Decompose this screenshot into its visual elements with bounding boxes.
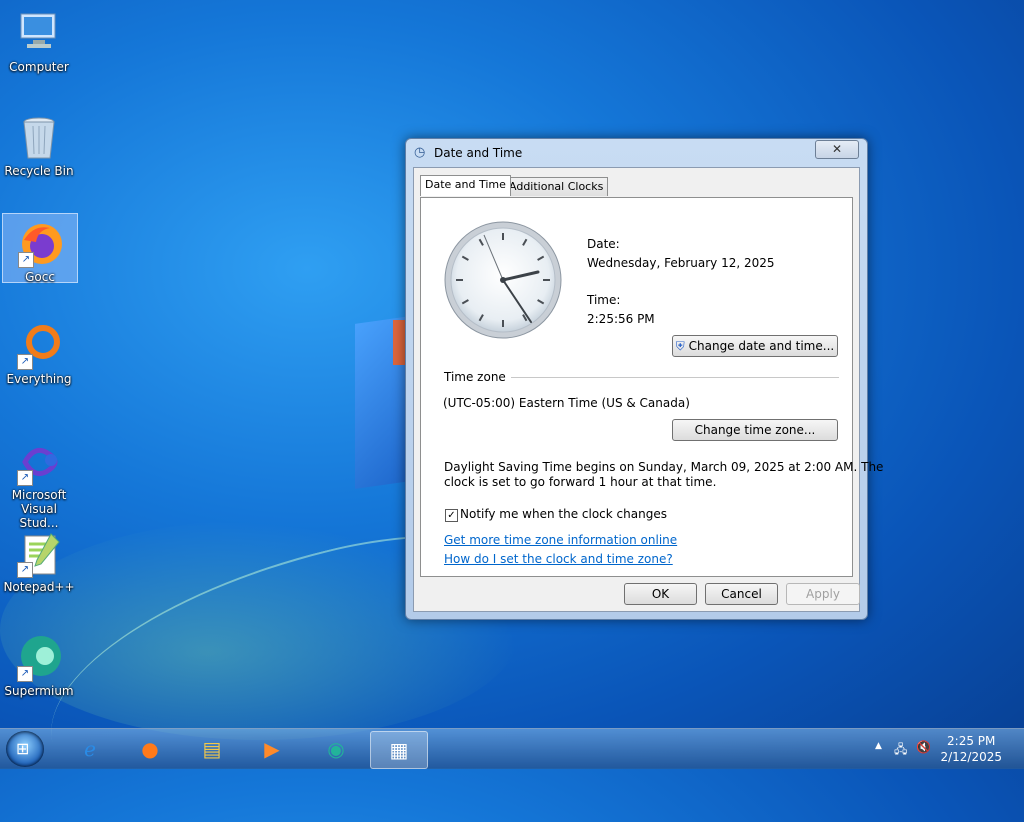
desktop-icon-computer[interactable]: Computer xyxy=(2,4,76,76)
time-label: Time: xyxy=(587,293,621,307)
checkmark-icon: ✓ xyxy=(447,510,456,521)
start-button[interactable]: ⊞ xyxy=(6,731,44,767)
shortcut-arrow-icon: ↗ xyxy=(18,252,34,268)
media-player-icon: ▶ xyxy=(264,737,280,761)
folder-icon: ▤ xyxy=(202,737,222,761)
show-hidden-icons-button[interactable]: ▲ xyxy=(875,741,882,751)
network-icon[interactable]: 🖧 xyxy=(894,740,907,761)
visual-studio-icon: ↗ xyxy=(15,438,63,486)
title-bar[interactable]: ◷ Date and Time ✕ xyxy=(406,139,867,167)
recycle-bin-icon xyxy=(15,114,63,162)
firefox-icon: ● xyxy=(141,737,159,761)
dialog-client-area: Date and Time Additional Clocks Date: We… xyxy=(413,167,883,612)
computer-icon xyxy=(15,10,63,58)
tab-date-and-time[interactable]: Date and Time xyxy=(420,175,511,196)
cancel-button[interactable]: Cancel xyxy=(705,583,778,605)
desktop-icon-supermium[interactable]: ↗ Supermium xyxy=(2,628,76,700)
apply-button[interactable]: Apply xyxy=(786,583,860,605)
shortcut-arrow-icon: ↗ xyxy=(17,470,33,486)
change-time-zone-button[interactable]: Change time zone... xyxy=(672,419,838,441)
tray-time: 2:25 PM xyxy=(947,734,996,748)
desktop-icon-recycle-bin[interactable]: Recycle Bin xyxy=(2,108,76,180)
tab-additional-clocks[interactable]: Additional Clocks xyxy=(504,177,609,196)
supermium-icon: ◉ xyxy=(327,737,345,761)
date-label: Date: xyxy=(587,237,620,251)
desktop-icon-gocc[interactable]: ↗ Gocc xyxy=(2,213,78,284)
date-time-icon: ◷ xyxy=(414,145,426,160)
desktop-icon-label: Computer xyxy=(9,60,69,74)
change-date-and-time-button[interactable]: ⛨ Change date and time... xyxy=(672,335,838,357)
taskbar-internet-explorer[interactable]: ℯ xyxy=(62,731,118,767)
windows-logo-icon: ⊞ xyxy=(16,739,30,758)
notepad-plus-plus-icon: ↗ xyxy=(15,530,63,578)
analog-clock xyxy=(444,221,562,339)
time-value: 2:25:56 PM xyxy=(587,312,655,326)
notify-checkbox[interactable]: ✓ xyxy=(445,509,458,522)
close-icon: ✕ xyxy=(831,142,843,156)
how-to-set-clock-link[interactable]: How do I set the clock and time zone? xyxy=(444,552,673,566)
button-label: Change time zone... xyxy=(694,423,816,437)
shortcut-arrow-icon: ↗ xyxy=(17,562,33,578)
taskbar-media-player[interactable]: ▶ xyxy=(244,731,300,767)
button-label: OK xyxy=(651,587,670,601)
dst-info-line1: Daylight Saving Time begins on Sunday, M… xyxy=(444,460,884,474)
tab-label: Date and Time xyxy=(425,178,506,191)
shortcut-arrow-icon: ↗ xyxy=(17,666,33,682)
volume-muted-icon[interactable]: 🔇 xyxy=(916,740,931,754)
time-zone-value: (UTC-05:00) Eastern Time (US & Canada) xyxy=(443,396,690,410)
desktop-icon-label: Microsoft xyxy=(11,488,67,502)
uac-shield-icon: ⛨ xyxy=(675,339,685,353)
button-label: Cancel xyxy=(721,587,762,601)
taskbar-firefox[interactable]: ● xyxy=(122,731,178,767)
supermium-icon: ↗ xyxy=(15,634,63,682)
system-tray: ▲ 🖧 🔇 2:25 PM 2/12/2025 xyxy=(864,729,1024,769)
date-time-panel: Date: Wednesday, February 12, 2025 Time:… xyxy=(420,197,883,577)
date-and-time-dialog: ◷ Date and Time ✕ Date and Time Addition… xyxy=(405,138,883,620)
desktop-icon-label: Supermium xyxy=(4,684,74,698)
tray-date: 2/12/2025 xyxy=(940,750,1002,764)
desktop-icon-label: Gocc xyxy=(25,270,55,284)
taskbar-file-explorer[interactable]: ▤ xyxy=(184,731,240,767)
time-zone-group-label: Time zone xyxy=(444,370,506,384)
internet-explorer-icon: ℯ xyxy=(84,737,96,761)
taskbar-date-and-time[interactable]: ▦ xyxy=(370,731,428,769)
tab-label: Additional Clocks xyxy=(509,180,604,193)
desktop-icon-label: Notepad++ xyxy=(3,580,75,594)
everything-search-icon: ↗ xyxy=(15,322,63,370)
taskbar: ⊞ ℯ ● ▤ ▶ ◉ ▦ ▲ 🖧 🔇 2:25 PM 2/12/2025 xyxy=(0,728,1024,769)
firefox-icon: ↗ xyxy=(16,220,64,268)
desktop-icon-visual-studio[interactable]: ↗ Microsoft Visual Stud... xyxy=(2,432,76,530)
notify-checkbox-label[interactable]: Notify me when the clock changes xyxy=(460,507,667,521)
date-value: Wednesday, February 12, 2025 xyxy=(587,256,775,270)
desktop-icon-notepad-plus-plus[interactable]: ↗ Notepad++ xyxy=(2,524,76,596)
desktop-icon-everything[interactable]: ↗ Everything xyxy=(2,316,76,388)
close-button[interactable]: ✕ xyxy=(815,140,859,159)
group-divider xyxy=(511,377,839,378)
shortcut-arrow-icon: ↗ xyxy=(17,354,33,370)
ok-button[interactable]: OK xyxy=(624,583,697,605)
button-label: Apply xyxy=(806,587,840,601)
window-title: Date and Time xyxy=(434,146,523,160)
button-label: Change date and time... xyxy=(688,339,835,353)
tray-clock[interactable]: 2:25 PM 2/12/2025 xyxy=(940,733,1002,765)
desktop-icon-label: Everything xyxy=(6,372,72,386)
date-time-icon: ▦ xyxy=(389,738,409,762)
taskbar-supermium[interactable]: ◉ xyxy=(308,731,364,767)
dst-info-line2: clock is set to go forward 1 hour at tha… xyxy=(444,475,717,489)
time-zone-info-link[interactable]: Get more time zone information online xyxy=(444,533,677,547)
desktop-icon-label: Recycle Bin xyxy=(4,164,74,178)
